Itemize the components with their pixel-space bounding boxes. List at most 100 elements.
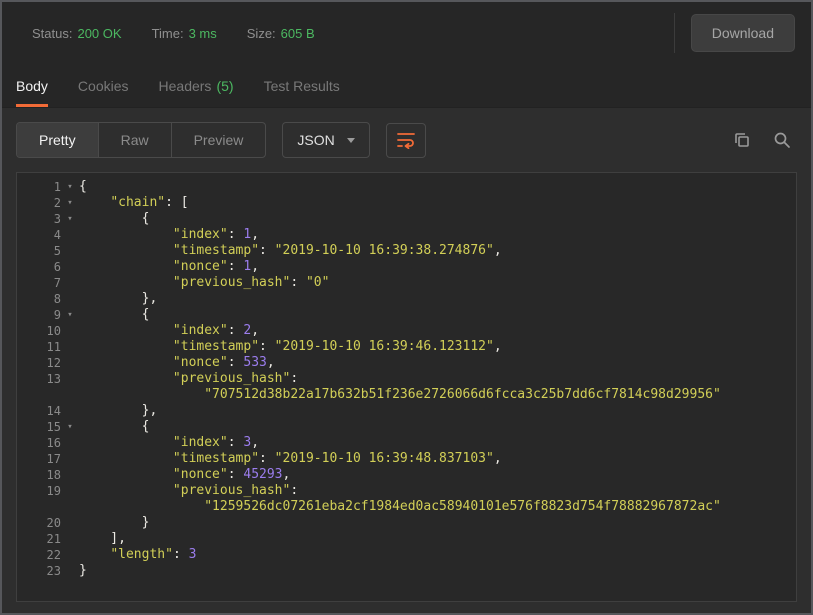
line-number: 22: [46, 548, 61, 562]
code-line: 10 "index": 2,: [17, 323, 796, 339]
copy-button[interactable]: [733, 131, 751, 149]
code-line: 12 "nonce": 533,: [17, 355, 796, 371]
code-line-content: }: [79, 515, 150, 530]
tab-label: Body: [16, 77, 48, 94]
code-line: 14 },: [17, 403, 796, 419]
search-button[interactable]: [773, 131, 791, 149]
line-number: 6: [53, 260, 61, 274]
view-mode-raw[interactable]: Raw: [99, 123, 172, 157]
code-line: 21 ],: [17, 531, 796, 547]
line-number: 3: [53, 212, 61, 226]
code-line: 15 ▾ {: [17, 419, 796, 435]
line-number: 15: [46, 420, 61, 434]
line-number: 18: [46, 468, 61, 482]
code-line: 9 ▾ {: [17, 307, 796, 323]
time-value: 3 ms: [188, 25, 217, 41]
code-line: 23}: [17, 563, 796, 579]
time-label: Time:: [151, 25, 184, 41]
line-number: 1: [53, 180, 61, 194]
code-line-content: "1259526dc07261eba2cf1984ed0ac58940101e5…: [204, 499, 721, 514]
line-number: 17: [46, 452, 61, 466]
language-dropdown-value: JSON: [297, 132, 335, 148]
response-body-editor[interactable]: 1 ▾{2 ▾ "chain": [3 ▾ {4 "index": 1, 5 "time…: [16, 172, 797, 602]
divider: [673, 13, 675, 53]
view-mode-pretty[interactable]: Pretty: [17, 123, 99, 157]
topbar-right: Download: [673, 13, 795, 53]
fold-caret-icon[interactable]: ▾: [61, 307, 79, 323]
tab-label: Cookies: [77, 77, 129, 94]
status-meta: Status: 200 OK: [32, 26, 122, 41]
fold-caret-icon[interactable]: ▾: [61, 211, 79, 227]
code-line: 3 ▾ {: [17, 211, 796, 227]
download-button[interactable]: Download: [690, 14, 795, 52]
code-line-content: "nonce": 45293,: [172, 467, 291, 482]
line-number: 5: [53, 244, 61, 258]
code-line-content: "length": 3: [110, 547, 197, 562]
code-line-content: "timestamp": "2019-10-10 16:39:38.274876…: [172, 243, 502, 258]
code-line: 19 "previous_hash":: [17, 483, 796, 499]
code-line: 20 }: [17, 515, 796, 531]
wrap-text-button[interactable]: [385, 122, 426, 158]
tab-test-results[interactable]: Test Results: [264, 64, 340, 107]
code-line: 11 "timestamp": "2019-10-10 16:39:46.123…: [17, 339, 796, 355]
code-line-content: "timestamp": "2019-10-10 16:39:46.123112…: [172, 339, 502, 354]
code-line-content: }: [79, 563, 87, 578]
fold-caret-icon[interactable]: ▾: [61, 179, 79, 195]
tab-label: Headers: [158, 77, 212, 94]
line-number: 21: [46, 532, 61, 546]
tab-cookies[interactable]: Cookies: [78, 64, 129, 107]
code-line: 1 ▾{: [17, 179, 796, 195]
code-line-content: "707512d38b22a17b632b51f236e2726066d6fcc…: [204, 387, 721, 402]
line-number: 13: [46, 372, 61, 386]
status-label: Status:: [32, 25, 73, 41]
code-line: 2 ▾ "chain": [: [17, 195, 796, 211]
status-meta-items: Status: 200 OK Time: 3 ms Size: 605 B: [32, 26, 345, 41]
line-number: 7: [53, 276, 61, 290]
code-line: 18 "nonce": 45293,: [17, 467, 796, 483]
size-value: 605 B: [280, 25, 315, 41]
code-line: 16 "index": 3,: [17, 435, 796, 451]
code-line-content: "nonce": 533,: [172, 355, 275, 370]
body-toolbar: Pretty Raw Preview JSON: [2, 108, 811, 172]
time-meta: Time: 3 ms: [152, 26, 217, 41]
code-line-content: {: [79, 211, 150, 226]
line-number: 16: [46, 436, 61, 450]
status-value: 200 OK: [77, 25, 122, 41]
line-number: [17, 387, 61, 403]
line-number: 23: [46, 564, 61, 578]
fold-caret-icon[interactable]: ▾: [61, 195, 79, 211]
wrap-text-icon: [396, 132, 415, 149]
tab-label: Test Results: [263, 77, 340, 94]
line-number: 12: [46, 356, 61, 370]
line-number: 10: [46, 324, 61, 338]
size-meta: Size: 605 B: [247, 26, 315, 41]
code-line-content: "index": 1,: [172, 227, 260, 242]
code-line-content: "previous_hash":: [172, 483, 299, 498]
line-number: 20: [46, 516, 61, 530]
code-line-content: "timestamp": "2019-10-10 16:39:48.837103…: [172, 451, 502, 466]
language-dropdown[interactable]: JSON: [282, 122, 370, 158]
view-mode-preview[interactable]: Preview: [172, 123, 266, 157]
line-number: 14: [46, 404, 61, 418]
code-line-content: {: [79, 307, 150, 322]
tab-count-badge: (5): [216, 77, 234, 94]
tab-body[interactable]: Body: [16, 64, 48, 107]
tab-headers[interactable]: Headers (5): [159, 64, 234, 107]
line-number: 9: [53, 308, 61, 322]
code-line-content: "previous_hash": "0": [172, 275, 330, 290]
fold-caret-icon[interactable]: ▾: [61, 419, 79, 435]
toolbar-right: [733, 131, 797, 149]
chevron-down-icon: [346, 137, 355, 143]
